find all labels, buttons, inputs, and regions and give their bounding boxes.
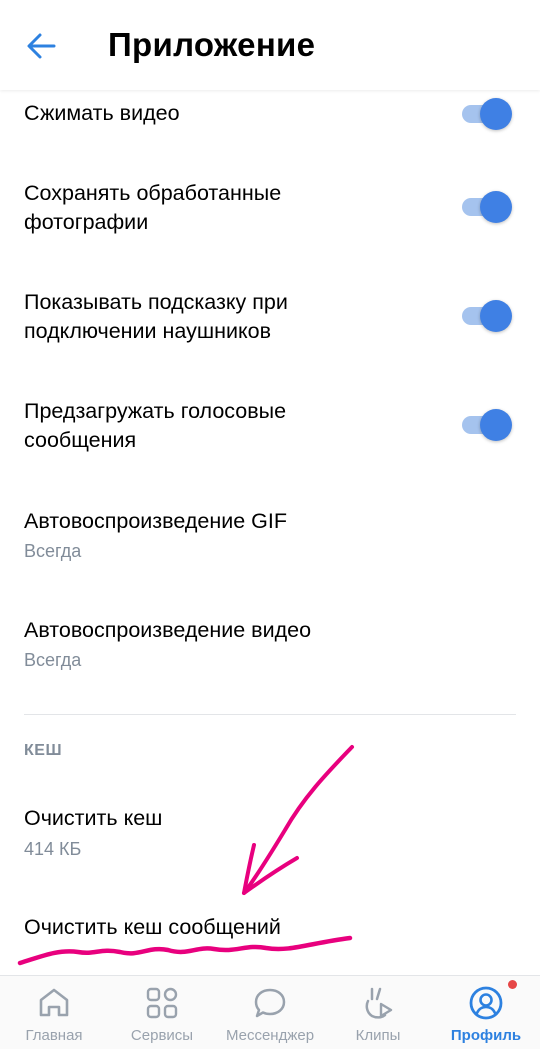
tab-messenger[interactable]: Мессенджер [216,976,324,1049]
tab-profile[interactable]: Профиль [432,976,540,1049]
setting-label: Автовоспроизведение GIF [24,509,287,533]
setting-label: Предзагружать голосовые сообщения [24,397,286,455]
bottom-tab-bar: Главная Сервисы Мессенджер Клипы Профиль [0,975,540,1049]
notification-badge [508,980,517,989]
setting-value: Всегда [24,541,82,561]
setting-preload-voice-messages[interactable]: Предзагружать голосовые сообщения [0,386,540,466]
setting-label: Сжимать видео [24,101,180,125]
clear-messages-cache-item[interactable]: Очистить кеш сообщений [0,902,540,952]
setting-label: Очистить кеш сообщений [24,915,281,939]
toggle-knob [480,409,512,441]
messenger-icon [254,988,286,1018]
setting-label-line: сообщения [24,428,137,452]
tab-label: Мессенджер [225,1027,315,1044]
tab-label: Клипы [355,1027,401,1044]
toggle-switch[interactable] [462,409,514,441]
profile-icon [469,986,503,1020]
setting-label: Сохранять обработанные фотографии [24,179,281,237]
setting-label: Очистить кеш [24,806,163,830]
tab-services[interactable]: Сервисы [108,976,216,1049]
setting-autoplay-gif[interactable]: Автовоспроизведение GIF Всегда [0,496,540,576]
home-icon [39,988,69,1017]
arrow-left-icon [27,33,56,59]
cache-size: 414 КБ [24,839,82,859]
setting-headphones-hint[interactable]: Показывать подсказку при подключении нау… [0,277,540,357]
page-title: Приложение [108,26,316,63]
tab-label: Профиль [450,1027,522,1044]
setting-label-line: Показывать подсказку при [24,290,288,314]
setting-label: Показывать подсказку при подключении нау… [24,288,288,346]
section-divider [24,714,516,715]
setting-value: Всегда [24,650,82,670]
toggle-knob [480,191,512,223]
tab-label: Сервисы [130,1027,194,1044]
setting-label: Автовоспроизведение видео [24,618,312,642]
services-icon [146,987,178,1019]
clear-cache-item[interactable]: Очистить кеш 414 КБ [0,793,540,873]
setting-compress-video[interactable]: Сжимать видео [0,90,540,138]
toggle-switch[interactable] [462,98,514,130]
section-header-cache: КЕШ [24,742,63,759]
tab-label: Главная [25,1027,83,1044]
setting-label-line: подключении наушников [24,319,272,343]
setting-autoplay-video[interactable]: Автовоспроизведение видео Всегда [0,605,540,685]
clips-icon [365,987,393,1019]
back-button[interactable] [22,26,62,66]
setting-label-line: фотографии [24,210,149,234]
toggle-switch[interactable] [462,191,514,223]
setting-save-processed-photos[interactable]: Сохранять обработанные фотографии [0,168,540,248]
toggle-knob [480,98,512,130]
toggle-switch[interactable] [462,300,514,332]
setting-label-line: Сохранять обработанные [24,181,282,205]
tab-clips[interactable]: Клипы [324,976,432,1049]
app-header: Приложение [0,0,540,90]
setting-label-line: Предзагружать голосовые [24,399,287,423]
toggle-knob [480,300,512,332]
tab-home[interactable]: Главная [0,976,108,1049]
